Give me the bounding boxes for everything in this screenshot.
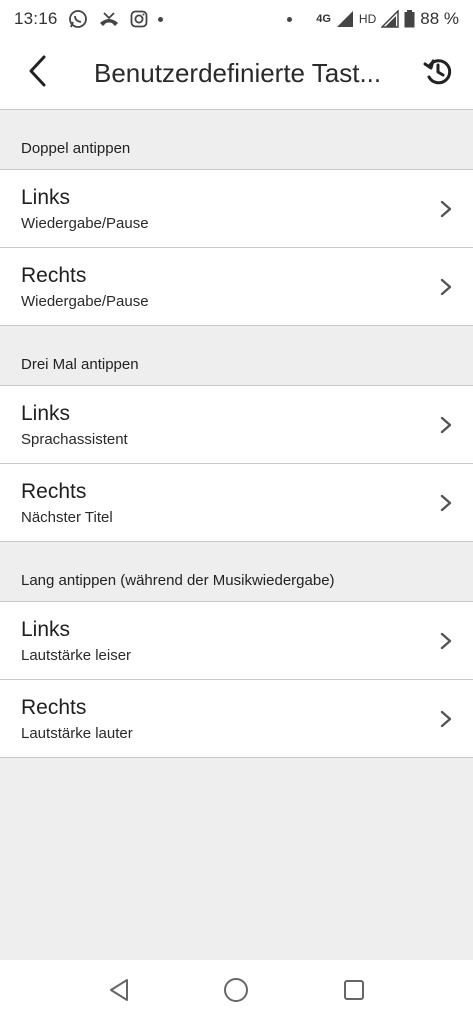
triangle-back-icon [108, 978, 130, 1007]
list-item-title: Rechts [21, 696, 87, 719]
navigation-bar [0, 960, 473, 1024]
instagram-icon [130, 10, 148, 28]
status-dot [287, 16, 293, 22]
chevron-right-icon [428, 710, 452, 728]
battery-percent: 88 % [420, 9, 459, 28]
status-time: 13:16 [14, 9, 58, 28]
missed-call-icon [98, 9, 120, 29]
list-item-subtitle: Lautstärke leiser [21, 647, 132, 664]
network-type: 4G [316, 13, 331, 25]
page-title: Benutzerdefinierte Tast... [94, 58, 382, 88]
list-item-subtitle: Sprachassistent [21, 431, 128, 448]
app-bar: Benutzerdefinierte Tast... [0, 38, 473, 110]
list-item-triple-tap-right[interactable]: Rechts Nächster Titel [0, 464, 473, 542]
chevron-right-icon [428, 632, 452, 650]
section-header-double-tap: Doppel antippen [0, 110, 473, 170]
list-item-title: Links [21, 186, 71, 209]
list-item-title: Links [21, 402, 71, 425]
circle-home-icon [223, 977, 249, 1008]
chevron-right-icon [428, 200, 452, 218]
nav-home-button[interactable] [216, 972, 256, 1012]
square-recents-icon [342, 978, 366, 1007]
nav-back-button[interactable] [99, 972, 139, 1012]
status-bar: 13:16 4G HD 88 % [0, 0, 473, 38]
list-item-title: Rechts [21, 264, 87, 287]
signal-icon [336, 10, 354, 28]
list-item-subtitle: Wiedergabe/Pause [21, 215, 149, 232]
nav-recents-button[interactable] [334, 972, 374, 1012]
section-header-triple-tap: Drei Mal antippen [0, 326, 473, 386]
whatsapp-icon [68, 9, 88, 29]
list-item-title: Rechts [21, 480, 87, 503]
list-item-triple-tap-left[interactable]: Links Sprachassistent [0, 386, 473, 464]
reset-icon [422, 55, 454, 92]
list-item-subtitle: Nächster Titel [21, 509, 113, 526]
list-item-long-press-right[interactable]: Rechts Lautstärke lauter [0, 680, 473, 758]
battery-icon [404, 10, 415, 28]
section-header-long-press: Lang antippen (während der Musikwiederga… [0, 542, 473, 602]
list-item-long-press-left[interactable]: Links Lautstärke leiser [0, 602, 473, 680]
list-item-subtitle: Wiedergabe/Pause [21, 293, 149, 310]
chevron-left-icon [28, 55, 48, 92]
notification-dot [157, 16, 163, 22]
chevron-right-icon [428, 416, 452, 434]
settings-list: Doppel antippen Links Wiedergabe/Pause R… [0, 110, 473, 758]
hd-label: HD [358, 12, 377, 26]
signal-icon-2 [381, 10, 399, 28]
reset-button[interactable] [403, 38, 473, 110]
chevron-right-icon [428, 494, 452, 512]
list-item-title: Links [21, 618, 71, 641]
list-item-subtitle: Lautstärke lauter [21, 725, 133, 742]
back-button[interactable] [0, 38, 76, 110]
chevron-right-icon [428, 278, 452, 296]
list-item-double-tap-left[interactable]: Links Wiedergabe/Pause [0, 170, 473, 248]
list-item-double-tap-right[interactable]: Rechts Wiedergabe/Pause [0, 248, 473, 326]
